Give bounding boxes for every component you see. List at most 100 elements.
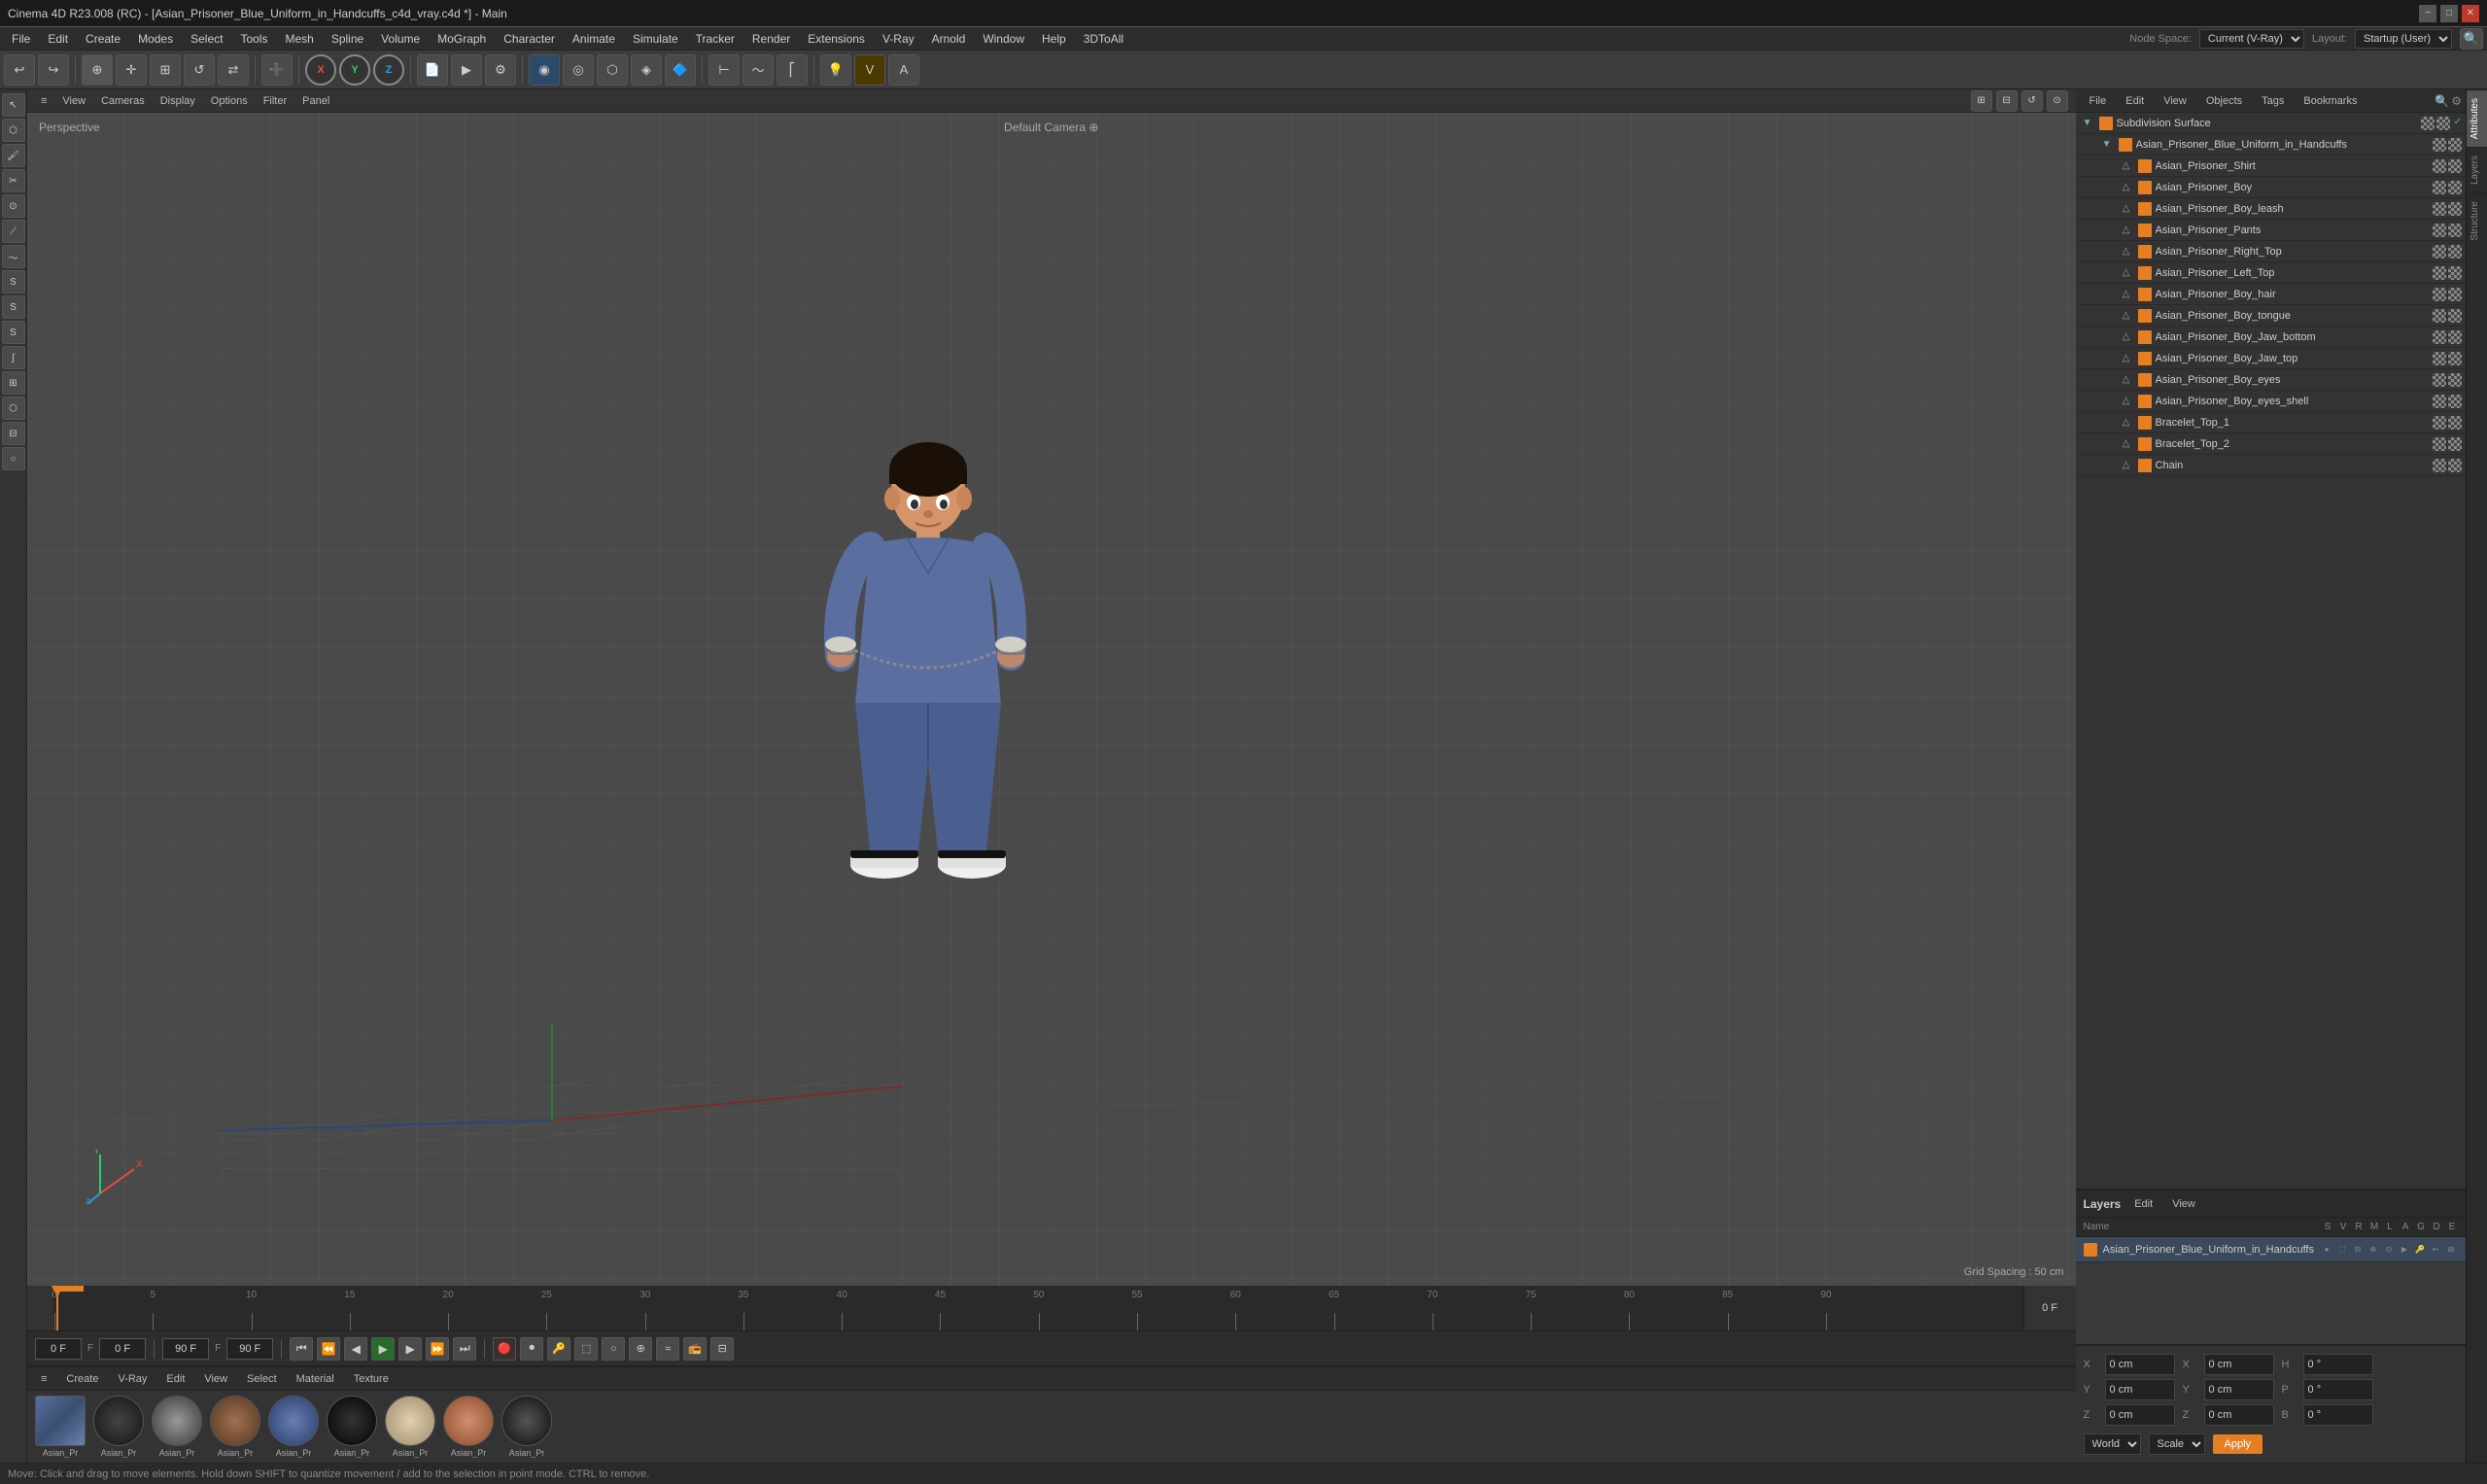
timeline-ruler-area[interactable]: 0 5 10 15 20 25 30 35 40 [54, 1286, 2023, 1330]
h-rot-input[interactable] [2303, 1354, 2373, 1375]
edge-tab-attributes[interactable]: Attributes [2467, 89, 2487, 147]
record-button[interactable]: ⏺ [520, 1337, 543, 1361]
right-panel-config[interactable]: ⚙ [2451, 94, 2462, 108]
mat-menu-vray[interactable]: V-Ray [112, 1371, 153, 1387]
tool-knife[interactable]: ✂ [2, 169, 25, 192]
layer-ctrl-s[interactable]: ● [2320, 1243, 2333, 1257]
tool-cursor[interactable]: ↖ [2, 93, 25, 117]
mat-menu-create[interactable]: Create [60, 1371, 104, 1387]
menu-help[interactable]: Help [1034, 30, 1074, 48]
auto-keyframe-button[interactable]: 🔑 [547, 1337, 570, 1361]
vp-menu-view[interactable]: View [56, 93, 91, 109]
tree-item-right-top[interactable]: △ Asian_Prisoner_Right_Top [2076, 241, 2466, 262]
tool-spline-draw[interactable]: 〜 [2, 245, 25, 268]
menu-spline[interactable]: Spline [324, 30, 371, 48]
x-size-input[interactable] [2204, 1354, 2274, 1375]
x-position-input[interactable] [2105, 1354, 2175, 1375]
vp-expand-button[interactable]: ⊞ [1971, 90, 1992, 112]
vp-reset-button[interactable]: ↺ [2021, 90, 2043, 112]
mat-menu-icon[interactable]: ≡ [35, 1371, 52, 1387]
onion-skin-button[interactable]: ○ [602, 1337, 625, 1361]
vp-menu-options[interactable]: Options [205, 93, 254, 109]
layer-ctrl-g[interactable]: 🔑 [2413, 1243, 2427, 1257]
tags-btn[interactable]: Tags [2252, 93, 2294, 109]
mat-menu-edit[interactable]: Edit [160, 1371, 190, 1387]
tree-item-tongue[interactable]: △ Asian_Prisoner_Boy_tongue [2076, 305, 2466, 327]
material-item-7[interactable]: Asian_Pr [443, 1396, 494, 1458]
y-size-input[interactable] [2204, 1379, 2274, 1400]
tree-item-bracelet2[interactable]: △ Bracelet_Top_2 [2076, 433, 2466, 455]
menu-mesh[interactable]: Mesh [277, 30, 321, 48]
layer-ctrl-d[interactable]: ↩ [2429, 1243, 2442, 1257]
render-button[interactable]: 💡 [820, 54, 851, 86]
tree-item-subdivision[interactable]: ▼ Subdivision Surface ✓ [2076, 113, 2466, 134]
prev-frame-button[interactable]: ◀ [344, 1337, 367, 1361]
material-item-6[interactable]: Asian_Pr [385, 1396, 435, 1458]
tree-item-chain[interactable]: △ Chain [2076, 455, 2466, 476]
axis-y-button[interactable]: Y [339, 54, 370, 86]
material-item-8[interactable]: Asian_Pr [501, 1396, 552, 1458]
snap-button[interactable]: ⊢ [708, 54, 740, 86]
layout-dropdown[interactable]: Startup (User) [2355, 29, 2452, 49]
vp-menu-cameras[interactable]: Cameras [95, 93, 151, 109]
menu-modes[interactable]: Modes [130, 30, 181, 48]
file-btn[interactable]: File [2080, 93, 2117, 109]
tool-line[interactable]: ⟋ [2, 220, 25, 243]
vp-menu-panel[interactable]: Panel [296, 93, 335, 109]
timeline-extra2[interactable]: ≈ [656, 1337, 679, 1361]
menu-edit[interactable]: Edit [40, 30, 76, 48]
layer-ctrl-l[interactable]: ⊙ [2382, 1243, 2396, 1257]
tool-select-button[interactable]: ✛ [116, 54, 147, 86]
object-mode-button[interactable]: 📄 [417, 54, 448, 86]
object-tool-button[interactable]: ◉ [529, 54, 560, 86]
tree-item-leash[interactable]: △ Asian_Prisoner_Boy_leash [2076, 198, 2466, 220]
go-to-start-button[interactable]: ⏮ [290, 1337, 313, 1361]
layers-view-menu[interactable]: View [2166, 1196, 2201, 1212]
polygon-tool-button[interactable]: ◈ [631, 54, 662, 86]
tool-mirror-button[interactable]: ⇄ [218, 54, 249, 86]
tool-rotate-button[interactable]: ↺ [184, 54, 215, 86]
tool-scale-button[interactable]: ⊞ [150, 54, 181, 86]
menu-arnold[interactable]: Arnold [924, 30, 974, 48]
next-frame-button[interactable]: ▶ [398, 1337, 422, 1361]
node-space-dropdown[interactable]: Current (V-Ray) [2199, 29, 2304, 49]
menu-extensions[interactable]: Extensions [800, 30, 873, 48]
keyframe-mode-button[interactable]: 🔴 [493, 1337, 516, 1361]
vray-button[interactable]: V [854, 54, 885, 86]
menu-vray[interactable]: V-Ray [875, 30, 922, 48]
material-item-4[interactable]: Asian_Pr [268, 1396, 319, 1458]
vp-menu-filter[interactable]: Filter [258, 93, 293, 109]
tree-item-left-top[interactable]: △ Asian_Prisoner_Left_Top [2076, 262, 2466, 284]
total-frames-input[interactable] [162, 1338, 209, 1360]
play-button[interactable]: ▶ [371, 1337, 395, 1361]
tool-move-button[interactable]: ⊕ [82, 54, 113, 86]
vp-menu-display[interactable]: Display [155, 93, 201, 109]
menu-tracker[interactable]: Tracker [688, 30, 743, 48]
world-space-dropdown[interactable]: World [2084, 1433, 2141, 1455]
render-settings-button[interactable]: ⚙ [485, 54, 516, 86]
tree-item-main[interactable]: ▼ Asian_Prisoner_Blue_Uniform_in_Handcuf… [2076, 134, 2466, 155]
maximize-button[interactable]: □ [2440, 5, 2458, 22]
mat-menu-view[interactable]: View [198, 1371, 233, 1387]
layer-ctrl-e[interactable]: ⊞ [2444, 1243, 2458, 1257]
vp-menu-icon[interactable]: ≡ [35, 93, 52, 109]
menu-simulate[interactable]: Simulate [625, 30, 686, 48]
menu-file[interactable]: File [4, 30, 38, 48]
tool-magnet[interactable]: ⊙ [2, 194, 25, 218]
menu-create[interactable]: Create [78, 30, 128, 48]
b-rot-input[interactable] [2303, 1404, 2373, 1426]
search-button[interactable]: 🔍 [2460, 28, 2483, 50]
tree-item-eyes-shell[interactable]: △ Asian_Prisoner_Boy_eyes_shell [2076, 391, 2466, 412]
edit-btn[interactable]: Edit [2116, 93, 2154, 109]
menu-tools[interactable]: Tools [232, 30, 275, 48]
layer-ctrl-r[interactable]: ⊟ [2351, 1243, 2365, 1257]
menu-render[interactable]: Render [744, 30, 798, 48]
tool-brush[interactable]: 🖌 [2, 144, 25, 167]
tree-item-eyes[interactable]: △ Asian_Prisoner_Boy_eyes [2076, 369, 2466, 391]
tool-s3[interactable]: S [2, 321, 25, 344]
step-back-button[interactable]: ⏪ [317, 1337, 340, 1361]
menu-3dtoall[interactable]: 3DToAll [1076, 30, 1131, 48]
viewport-canvas[interactable]: Perspective Default Camera ⊕ [27, 113, 2076, 1286]
current-frame-input[interactable] [35, 1338, 82, 1360]
tree-item-bracelet1[interactable]: △ Bracelet_Top_1 [2076, 412, 2466, 433]
